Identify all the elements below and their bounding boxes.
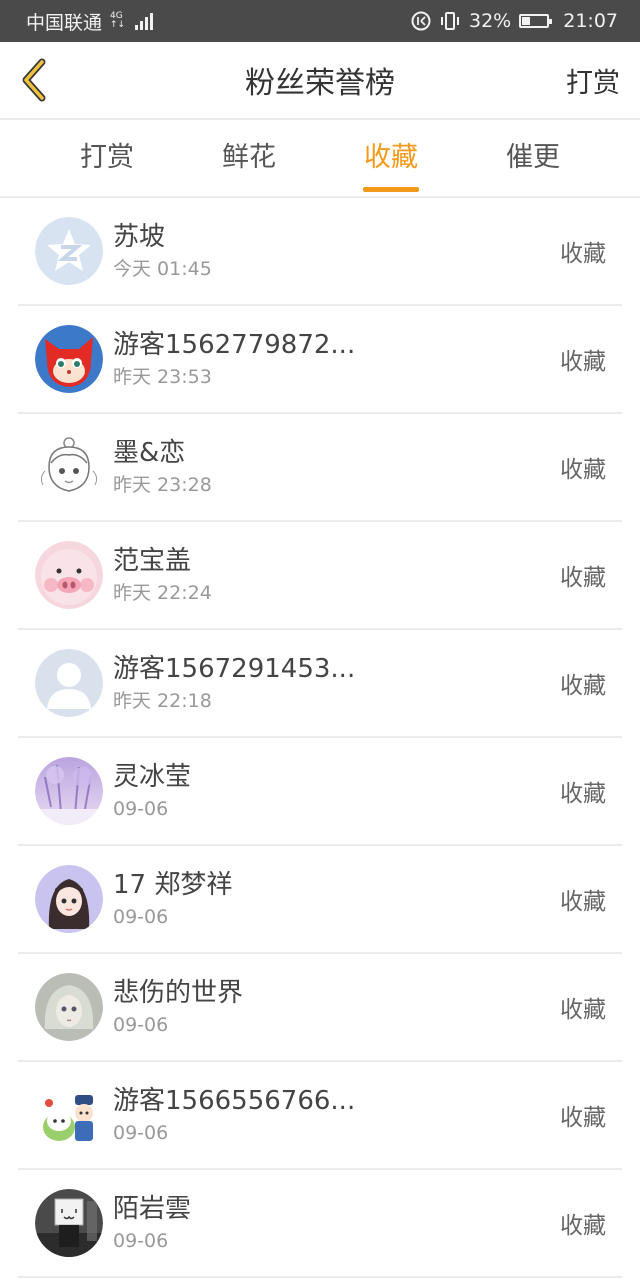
status-bar: 中国联通 4G ↑↓ 32% 21:07: [0, 0, 640, 42]
fan-time: 昨天 23:28: [113, 474, 212, 496]
fan-name: 悲伤的世界: [113, 978, 244, 1008]
red-fox-avatar: [35, 325, 103, 393]
box-head-avatar: [35, 1189, 103, 1257]
action-label: 收藏: [560, 457, 606, 483]
fan-time: 昨天 23:53: [113, 366, 212, 388]
sketch-girl-avatar: [35, 433, 103, 501]
signal-icon: [135, 12, 154, 30]
carrier-name: 中国联通: [26, 11, 103, 34]
tab-bar: 打赏 鲜花 收藏 催更: [0, 120, 640, 198]
fan-name: 游客1562779872...: [113, 330, 356, 360]
list-item[interactable]: 17 郑梦祥 09-06 收藏: [18, 846, 622, 954]
default-user-icon: [35, 649, 103, 717]
tab-urge[interactable]: 催更: [462, 120, 604, 196]
anime-girl-avatar: [35, 865, 103, 933]
action-label: 收藏: [560, 997, 606, 1023]
tab-collect[interactable]: 收藏: [320, 120, 462, 196]
list-item[interactable]: 悲伤的世界 09-06 收藏: [18, 954, 622, 1062]
hd-call-icon: [411, 11, 431, 31]
cartoon-couple-avatar: [35, 1081, 103, 1149]
vibrate-icon: [441, 12, 459, 30]
fan-name: 17 郑梦祥: [113, 870, 233, 900]
list-item[interactable]: 游客1566556766... 09-06 收藏: [18, 1062, 622, 1170]
action-label: 收藏: [560, 673, 606, 699]
action-label: 收藏: [560, 1213, 606, 1239]
fan-time: 09-06: [113, 798, 169, 820]
fan-time: 昨天 22:24: [113, 582, 212, 604]
fan-time: 昨天 22:18: [113, 690, 212, 712]
action-label: 收藏: [560, 241, 606, 267]
list-item[interactable]: 灵冰莹 09-06 收藏: [18, 738, 622, 846]
list-item[interactable]: 游客1567291453... 昨天 22:18 收藏: [18, 630, 622, 738]
battery-icon: [519, 14, 553, 28]
header: 粉丝荣誉榜 打赏: [0, 42, 640, 120]
fan-list: 苏坡今天 01:45 收藏 游客1562779872... 昨天 23:53 收藏…: [18, 198, 622, 1278]
list-item[interactable]: 陌岩雲 09-06 收藏: [18, 1170, 622, 1278]
fan-name: 墨&恋: [113, 438, 186, 468]
fan-time: 09-06: [113, 1122, 169, 1144]
action-label: 收藏: [560, 781, 606, 807]
list-item[interactable]: 范宝盖昨天 22:24 收藏: [18, 522, 622, 630]
pig-avatar: [35, 541, 103, 609]
fan-time: 09-06: [113, 1014, 169, 1036]
action-label: 收藏: [560, 565, 606, 591]
fan-name: 陌岩雲: [113, 1194, 192, 1224]
action-label: 收藏: [560, 889, 606, 915]
fan-time: 09-06: [113, 1230, 169, 1252]
list-item[interactable]: 苏坡今天 01:45 收藏: [18, 198, 622, 306]
action-label: 收藏: [560, 1105, 606, 1131]
fan-name: 苏坡: [113, 222, 166, 252]
purple-forest-avatar: [35, 757, 103, 825]
fan-time: 今天 01:45: [113, 258, 212, 280]
tab-flowers[interactable]: 鲜花: [178, 120, 320, 196]
fan-name: 范宝盖: [113, 546, 192, 576]
action-label: 收藏: [560, 349, 606, 375]
battery-percent: 32%: [469, 10, 512, 32]
fan-name: 灵冰莹: [113, 762, 192, 792]
network-type: 4G ↑↓: [110, 11, 126, 30]
back-chevron-icon: [22, 58, 46, 102]
list-item[interactable]: 游客1562779872... 昨天 23:53 收藏: [18, 306, 622, 414]
list-item[interactable]: 墨&恋昨天 23:28 收藏: [18, 414, 622, 522]
doll-avatar: [35, 973, 103, 1041]
fan-name: 游客1566556766...: [113, 1086, 356, 1116]
fan-time: 09-06: [113, 906, 169, 928]
tab-reward[interactable]: 打赏: [36, 120, 178, 196]
fan-name: 游客1567291453...: [113, 654, 356, 684]
clock: 21:07: [563, 10, 618, 32]
reward-button[interactable]: 打赏: [566, 61, 620, 100]
page-title: 粉丝荣誉榜: [245, 66, 395, 101]
qq-logo-icon: [35, 217, 103, 285]
back-button[interactable]: [18, 55, 58, 105]
